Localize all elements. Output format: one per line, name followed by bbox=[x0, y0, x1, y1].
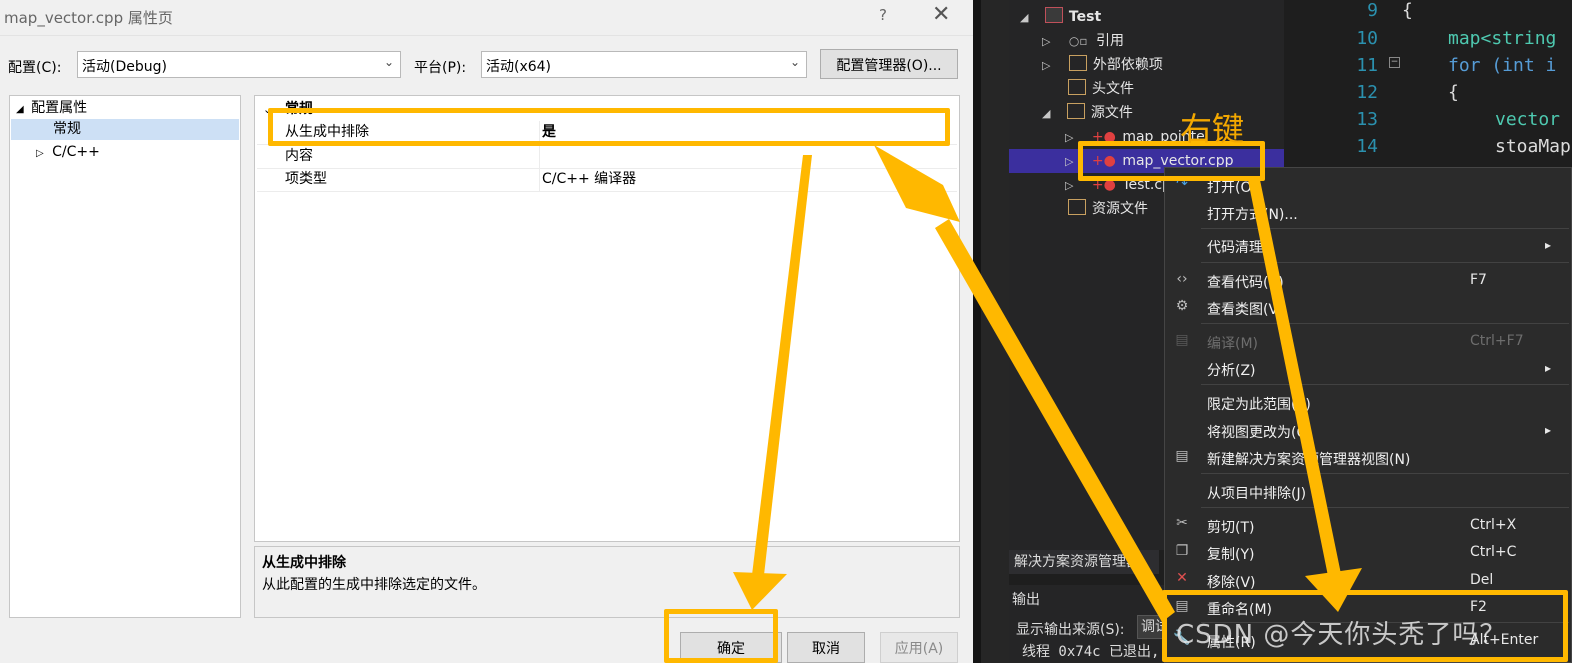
arrow-shaft-to-properties bbox=[1248, 180, 1341, 576]
arrow-shaft-down-ok bbox=[752, 155, 812, 575]
arrow-head-down-ok bbox=[733, 572, 787, 610]
watermark: CSDN @今天你头秃了吗？ bbox=[1176, 620, 1507, 650]
arrow-head-to-grid bbox=[874, 145, 960, 222]
annotation-arrows bbox=[733, 145, 1362, 622]
arrow-head-to-properties bbox=[1305, 568, 1362, 612]
arrow-shaft-to-grid bbox=[935, 219, 1175, 622]
